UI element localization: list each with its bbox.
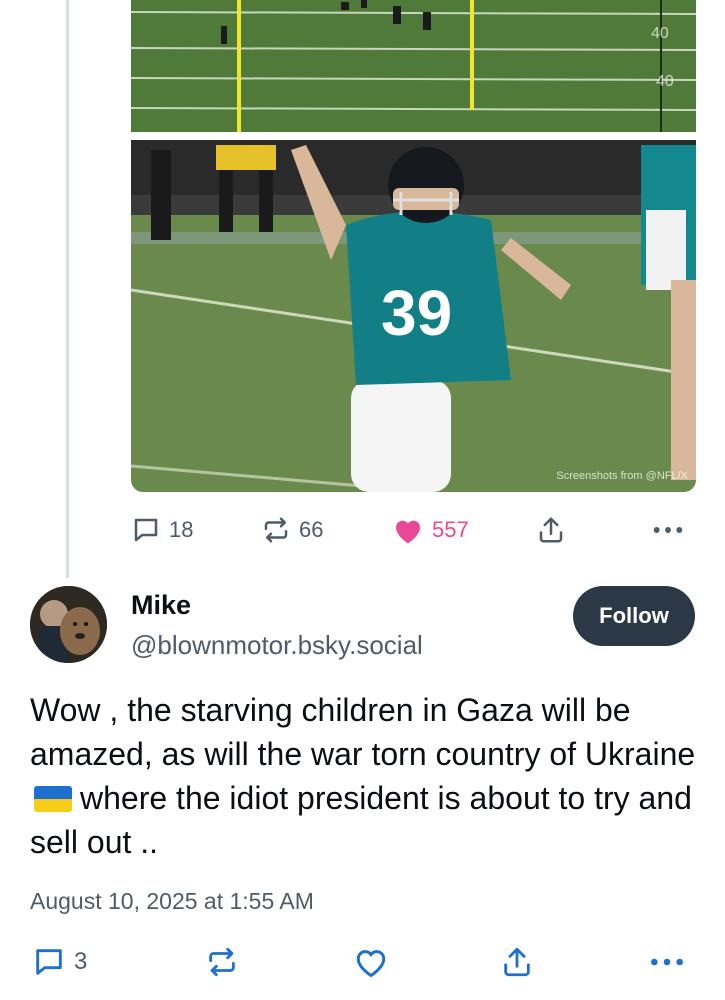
post-timestamp: August 10, 2025 at 1:55 AM (30, 888, 314, 914)
post-text-part: where the idiot president is about to tr… (30, 780, 692, 860)
like-count: 557 (432, 517, 469, 542)
repost-count: 66 (299, 517, 324, 542)
repost-button[interactable]: 66 (261, 512, 323, 548)
follow-button[interactable]: Follow (573, 586, 695, 646)
like-button[interactable]: 557 (392, 512, 469, 548)
more-options-button[interactable] (651, 512, 685, 548)
share-button[interactable] (500, 944, 534, 980)
share-upload-icon (539, 517, 563, 543)
more-options-button[interactable] (648, 944, 686, 980)
thread-connector-line (66, 0, 69, 578)
avatar-photo (30, 586, 107, 663)
svg-text:40: 40 (656, 73, 674, 90)
author-name[interactable]: Mike (131, 590, 191, 621)
reply-button[interactable]: 18 (131, 512, 193, 548)
ukraine-flag-emoji (34, 786, 72, 812)
reply-count: 3 (74, 948, 88, 975)
avatar[interactable] (30, 586, 107, 663)
repost-arrows-icon (264, 517, 288, 543)
post-text: Wow , the starving children in Gaza will… (30, 688, 710, 864)
speech-bubble-icon (134, 518, 158, 542)
like-button[interactable] (353, 944, 389, 980)
share-upload-icon (504, 947, 530, 977)
heart-icon (396, 520, 420, 544)
post-actions-bar: 18 66 557 (131, 512, 696, 548)
repost-button[interactable] (205, 944, 239, 980)
share-button[interactable] (536, 512, 566, 548)
heart-icon (356, 950, 386, 978)
reply-count: 18 (169, 517, 194, 542)
ellipsis-icon (653, 527, 683, 533)
jersey-number: 39 (381, 277, 452, 349)
reply-button[interactable]: 3 (32, 944, 87, 980)
author-handle[interactable]: @blownmotor.bsky.social (131, 630, 423, 661)
ellipsis-icon (651, 958, 683, 966)
football-photo: 40 40 39 (131, 0, 696, 492)
image-credit-watermark: Screenshots from @NFL/X (556, 470, 688, 482)
speech-bubble-icon (36, 949, 62, 975)
post-image[interactable]: 40 40 39 Screenshots from @NFL/X (131, 0, 696, 492)
post-text-part: Wow , the starving children in Gaza will… (30, 692, 696, 772)
repost-arrows-icon (209, 947, 235, 977)
svg-text:40: 40 (651, 25, 669, 42)
post-actions-bar: 3 (0, 942, 725, 982)
